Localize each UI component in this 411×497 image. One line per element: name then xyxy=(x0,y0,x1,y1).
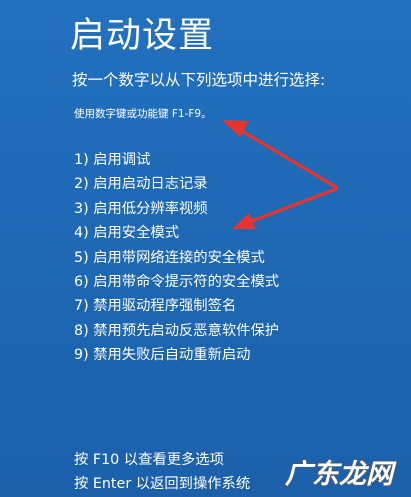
watermark-logo: 广东龙网 xyxy=(284,458,397,490)
annotation-arrows xyxy=(222,120,338,229)
arrow-to-safe-mode-icon xyxy=(232,187,338,229)
watermark-text: 广东龙网 xyxy=(285,459,397,490)
arrow-to-hint-icon xyxy=(222,120,338,189)
startup-settings-screen: 启动设置 按一个数字以从下列选项中进行选择: 使用数字键或功能键 F1-F9。 … xyxy=(0,0,411,497)
